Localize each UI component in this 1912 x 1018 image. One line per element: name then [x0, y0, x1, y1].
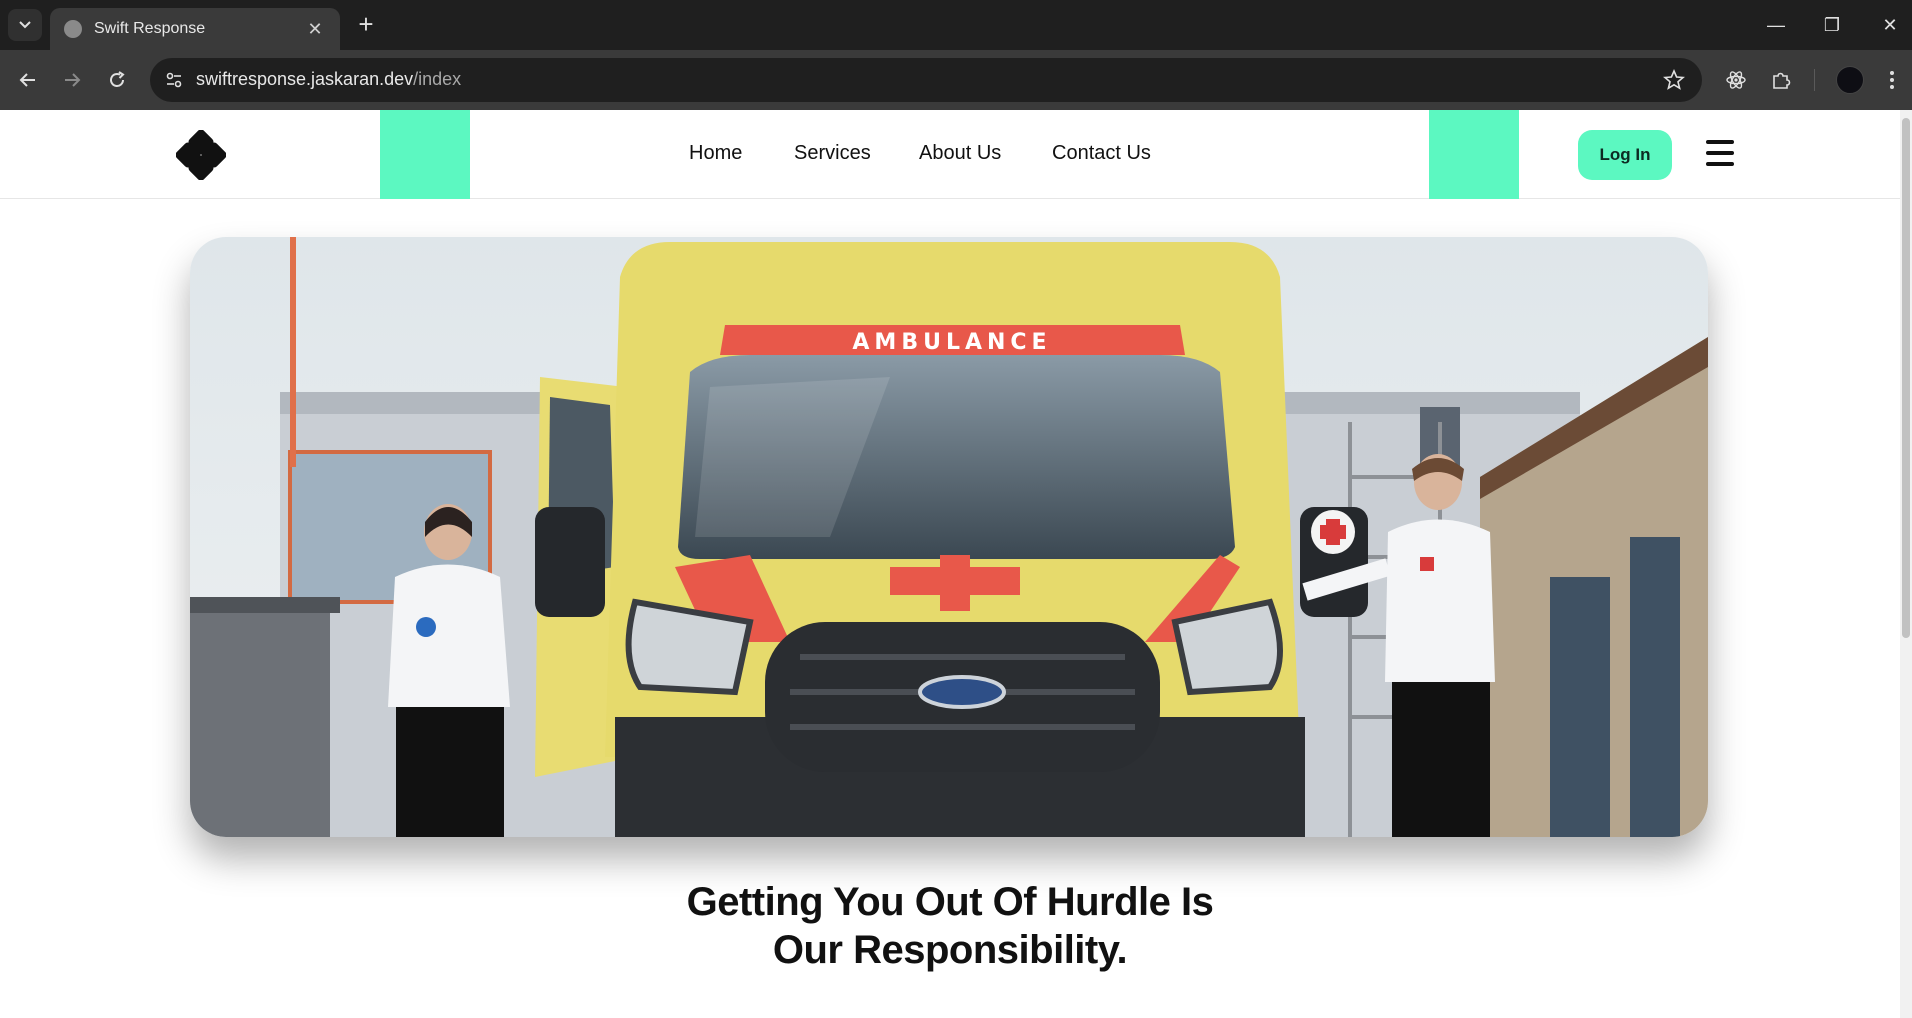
- puzzle-icon: [1773, 72, 1791, 89]
- tab-search-button[interactable]: [8, 9, 42, 41]
- browser-tab[interactable]: Swift Response ✕: [50, 8, 340, 50]
- reload-button[interactable]: [101, 64, 133, 96]
- login-button[interactable]: Log In: [1578, 130, 1672, 180]
- nav-home[interactable]: Home: [689, 142, 742, 165]
- hamburger-menu-icon[interactable]: [1706, 140, 1734, 166]
- reload-icon: [110, 71, 125, 87]
- nav-about-us[interactable]: About Us: [919, 142, 1001, 165]
- forward-button[interactable]: [56, 64, 88, 96]
- back-button[interactable]: [12, 64, 44, 96]
- browser-tabstrip: Swift Response ✕ + — ❐ ✕: [0, 0, 1912, 50]
- url-text[interactable]: swiftresponse.jaskaran.dev/index: [196, 69, 461, 90]
- hero-headline-line-2: Our Responsibility.: [772, 928, 1128, 972]
- extensions-button[interactable]: [1767, 66, 1795, 94]
- site-logo[interactable]: [176, 130, 226, 180]
- accent-decor-right: [1429, 110, 1519, 199]
- browser-menu-button[interactable]: [1878, 66, 1906, 94]
- bookmark-star-icon[interactable]: [1662, 68, 1686, 92]
- more-vertical-icon: [1890, 71, 1894, 89]
- new-tab-button[interactable]: +: [352, 10, 380, 40]
- arrow-left-icon: [19, 73, 35, 87]
- atom-icon: [1726, 71, 1746, 89]
- hero-image: AMBULANCE: [190, 237, 1708, 837]
- scrollbar-thumb[interactable]: [1902, 118, 1910, 638]
- nav-services[interactable]: Services: [794, 142, 871, 165]
- site-header: Home Services About Us Contact Us Log In: [0, 110, 1900, 199]
- browser-toolbar: swiftresponse.jaskaran.dev/index: [0, 50, 1912, 110]
- page-scrollbar[interactable]: [1900, 110, 1912, 1018]
- page-viewport: Home Services About Us Contact Us Log In: [0, 110, 1900, 1018]
- ambulance-label: AMBULANCE: [852, 330, 1051, 355]
- tab-title: Swift Response: [94, 20, 206, 37]
- minimize-window-button[interactable]: —: [1756, 12, 1796, 38]
- close-window-button[interactable]: ✕: [1870, 12, 1910, 38]
- hero-headline: Getting You Out Of Hurdle Is Our Respons…: [0, 878, 1900, 974]
- accent-decor-left: [380, 110, 470, 199]
- chevron-down-icon: [19, 21, 31, 29]
- address-bar[interactable]: swiftresponse.jaskaran.dev/index: [150, 58, 1702, 102]
- url-path: /index: [413, 69, 462, 89]
- toolbar-divider: [1814, 69, 1815, 91]
- globe-icon: [64, 20, 82, 38]
- arrow-right-icon: [65, 73, 81, 87]
- close-tab-icon[interactable]: ✕: [304, 19, 326, 40]
- url-host: swiftresponse.jaskaran.dev: [196, 69, 414, 89]
- nav-contact-us[interactable]: Contact Us: [1052, 142, 1151, 165]
- react-devtools-extension-icon[interactable]: [1722, 66, 1750, 94]
- site-info-icon[interactable]: [164, 70, 184, 90]
- restore-window-button[interactable]: ❐: [1812, 12, 1852, 38]
- profile-avatar[interactable]: [1836, 66, 1864, 94]
- hero-headline-line-1: Getting You Out Of Hurdle Is: [686, 880, 1214, 924]
